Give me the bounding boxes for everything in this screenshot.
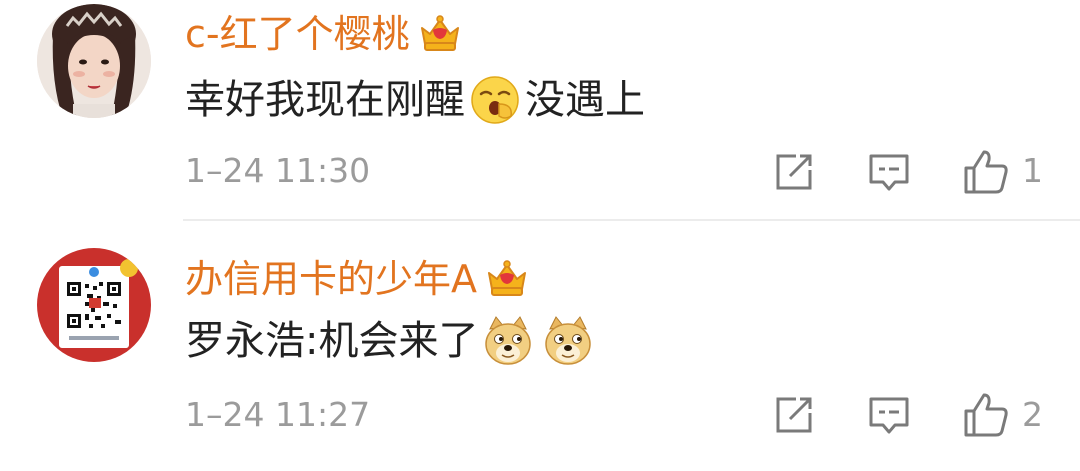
timestamp: 1–24 11:27 [185, 395, 371, 434]
thumbs-up-icon [962, 391, 1010, 439]
like-button[interactable] [962, 391, 1010, 439]
crown-badge-icon [485, 259, 529, 299]
comment-text-part: 没遇上 [525, 77, 645, 123]
comment-item: 办信用卡的少年A 罗永浩:机会来了 1–24 11:27 2 [0, 221, 1080, 471]
avatar[interactable] [37, 4, 151, 118]
reply-button[interactable] [865, 391, 913, 439]
girl-photo-avatar [37, 4, 151, 118]
repost-icon [770, 148, 818, 196]
yawn-emoji-icon [469, 74, 521, 126]
repost-button[interactable] [770, 148, 818, 196]
like-button[interactable] [962, 148, 1010, 196]
username-text[interactable]: c-红了个樱桃 [185, 10, 410, 58]
reply-button[interactable] [865, 148, 913, 196]
like-count: 2 [1022, 395, 1043, 434]
comment-text: 罗永浩:机会来了 [185, 313, 598, 369]
qr-code-avatar [37, 248, 151, 362]
crown-badge-icon [418, 14, 462, 54]
repost-button[interactable] [770, 391, 818, 439]
comment-icon [865, 148, 913, 196]
comment-icon [865, 391, 913, 439]
username-text[interactable]: 办信用卡的少年A [185, 255, 477, 303]
comment-item: c-红了个樱桃 幸好我现在刚醒 没遇上 1–24 11:30 1 [0, 0, 1080, 220]
username[interactable]: c-红了个樱桃 [185, 10, 462, 58]
timestamp: 1–24 11:30 [185, 151, 371, 190]
comment-text-part: 幸好我现在刚醒 [185, 77, 465, 123]
comment-text-part: 罗永浩:机会来了 [185, 318, 479, 364]
repost-icon [770, 391, 818, 439]
like-count: 1 [1022, 151, 1043, 190]
doge-emoji-icon [482, 315, 534, 367]
username[interactable]: 办信用卡的少年A [185, 255, 529, 303]
comment-text: 幸好我现在刚醒 没遇上 [185, 72, 645, 128]
doge-emoji-icon [542, 315, 594, 367]
avatar[interactable] [37, 248, 151, 362]
thumbs-up-icon [962, 148, 1010, 196]
